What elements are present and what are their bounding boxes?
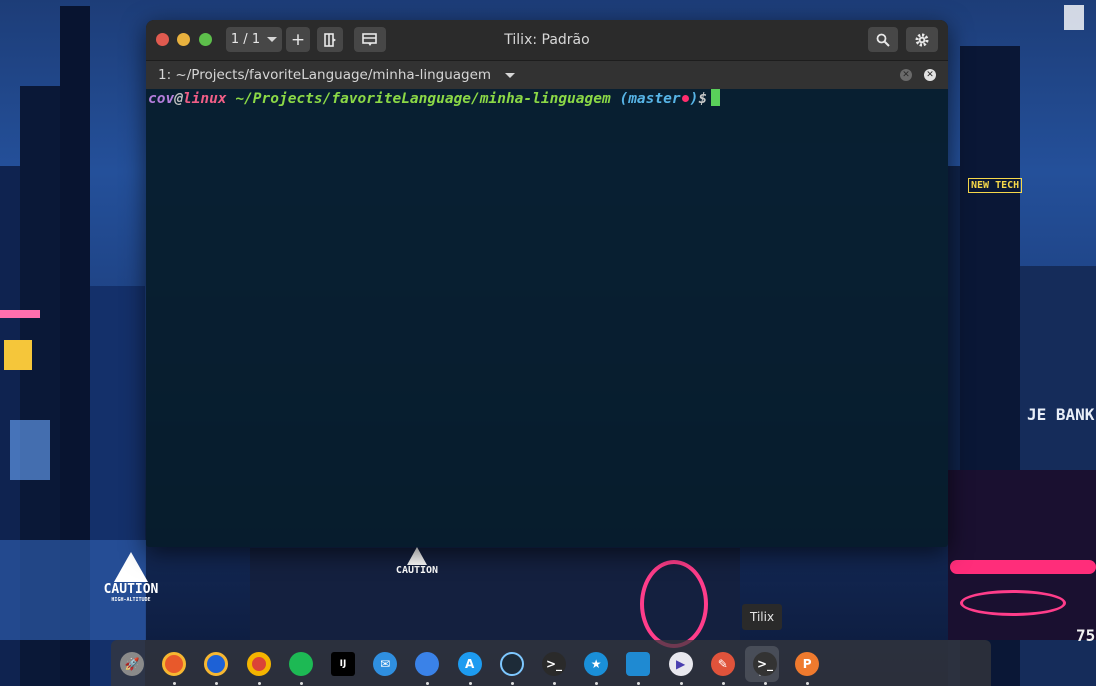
- running-indicator: [721, 682, 725, 685]
- search-icon: [876, 33, 890, 47]
- close-terminal-button[interactable]: ✕: [924, 69, 936, 81]
- rocket-icon[interactable]: 🚀: [120, 652, 144, 676]
- running-indicator: [806, 682, 810, 685]
- chevron-down-icon: [505, 72, 516, 78]
- close-icon: ✕: [926, 70, 934, 80]
- running-indicator: [426, 682, 430, 685]
- running-indicator: [637, 682, 641, 685]
- dock-tooltip: Tilix: [742, 604, 783, 630]
- running-indicator: [595, 682, 599, 685]
- maximize-terminal-button[interactable]: ✕: [900, 69, 912, 81]
- vscode-icon[interactable]: [626, 652, 651, 676]
- running-indicator: [257, 682, 261, 685]
- terminal-title: 1: ~/Projects/favoriteLanguage/minha-lin…: [158, 67, 492, 83]
- firefox-dev-icon[interactable]: [204, 652, 229, 676]
- prompt-path: ~/Projects/favoriteLanguage/minha-lingua…: [235, 91, 611, 107]
- running-indicator: [299, 682, 303, 685]
- prompt-user: cov: [148, 91, 175, 107]
- split-horizontal-icon: [324, 32, 336, 47]
- chrome-icon[interactable]: [246, 652, 271, 676]
- running-indicator: [553, 682, 556, 685]
- split-down-button[interactable]: [354, 27, 386, 52]
- warning-icon: [407, 547, 427, 565]
- prompt-host: linux: [182, 91, 227, 107]
- close-window-button[interactable]: [156, 33, 169, 46]
- terminal-title-menu[interactable]: 1: ~/Projects/favoriteLanguage/minha-lin…: [158, 61, 516, 89]
- appstore-icon[interactable]: A: [457, 652, 482, 676]
- postman-icon[interactable]: P: [795, 652, 820, 676]
- split-right-button[interactable]: [317, 27, 343, 52]
- session-label: 1 / 1: [230, 32, 261, 47]
- dock: 🚀 IJ ✉ A >_ ★ ▶ ✎ >_ P: [111, 640, 991, 686]
- running-indicator: [215, 682, 219, 685]
- shell-prompt: cov@linux ~/Projects/favoriteLanguage/mi…: [148, 89, 721, 109]
- session-switcher-button[interactable]: 1 / 1: [226, 27, 282, 52]
- warning-icon: [114, 552, 148, 582]
- caution-sign-left: CAUTION HIGH-ALTITUDE: [97, 552, 165, 603]
- star-icon[interactable]: ★: [584, 652, 609, 676]
- close-icon: ✕: [902, 70, 910, 80]
- media-player-icon[interactable]: ▶: [668, 652, 693, 676]
- running-indicator: [764, 682, 767, 685]
- running-indicator: [679, 682, 683, 685]
- find-button[interactable]: [868, 27, 898, 52]
- tilix-icon[interactable]: >_: [753, 652, 777, 676]
- prompt-paren-close: ): [689, 91, 699, 107]
- settings-button[interactable]: [906, 27, 938, 52]
- terminal-tab-bar: 1: ~/Projects/favoriteLanguage/minha-lin…: [146, 61, 948, 89]
- pencil-icon[interactable]: ✎: [710, 652, 735, 676]
- tilix-window: 1 / 1 + Tilix: Padrão 1: ~/Projects/favo…: [146, 20, 948, 547]
- split-vertical-icon: [362, 32, 377, 46]
- minimize-window-button[interactable]: [177, 33, 190, 46]
- caution-sign-mid: CAUTION: [393, 547, 441, 576]
- intellij-icon[interactable]: IJ: [331, 652, 355, 676]
- spotify-icon[interactable]: [288, 652, 313, 676]
- gauge-icon[interactable]: [499, 652, 524, 676]
- prompt-branch: master: [628, 91, 681, 107]
- number-sign: 75: [1076, 626, 1096, 645]
- prompt-at: @: [174, 91, 183, 107]
- running-indicator: [510, 682, 514, 685]
- je-bank-sign: JE BANK: [1027, 405, 1095, 424]
- running-indicator: [173, 682, 177, 685]
- git-dirty-indicator: [681, 95, 689, 102]
- text-cursor: [711, 89, 721, 106]
- firefox-icon[interactable]: [162, 652, 187, 676]
- finder-icon[interactable]: [415, 652, 440, 676]
- chevron-down-icon: [267, 37, 278, 42]
- new-tech-sign: NEW TECH: [968, 178, 1023, 193]
- maximize-window-button[interactable]: [199, 33, 212, 46]
- plus-icon: +: [290, 29, 306, 50]
- terminal-icon[interactable]: >_: [542, 652, 566, 676]
- title-bar[interactable]: 1 / 1 + Tilix: Padrão: [146, 20, 948, 61]
- prompt-paren-open: (: [619, 91, 629, 107]
- running-indicator: [468, 682, 472, 685]
- add-session-button[interactable]: +: [286, 27, 310, 52]
- terminal-area[interactable]: cov@linux ~/Projects/favoriteLanguage/mi…: [146, 89, 948, 547]
- gear-icon: [915, 33, 929, 46]
- prompt-symbol: $: [698, 91, 708, 107]
- mail-icon[interactable]: ✉: [373, 652, 398, 676]
